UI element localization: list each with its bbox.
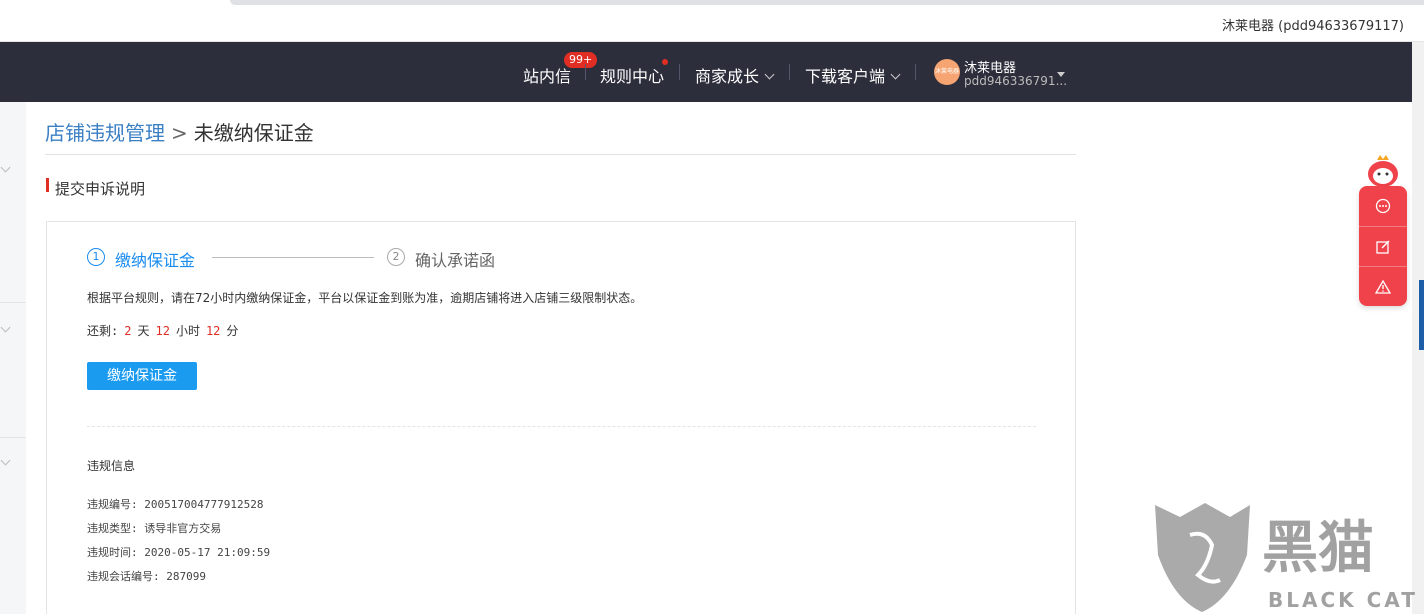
floating-service-widget bbox=[1359, 186, 1407, 306]
divider bbox=[45, 154, 1076, 155]
caret-down-icon[interactable] bbox=[1057, 72, 1065, 77]
watermark-cn: 黑猫 bbox=[1262, 516, 1374, 581]
pay-deposit-button[interactable]: 缴纳保证金 bbox=[87, 362, 197, 390]
breadcrumb-separator: > bbox=[171, 121, 188, 145]
sidebar-divider bbox=[0, 302, 26, 303]
step-1-number: 1 bbox=[87, 248, 105, 266]
edit-icon bbox=[1376, 239, 1390, 254]
nav-separator bbox=[915, 64, 916, 80]
left-sidebar bbox=[0, 102, 26, 614]
messages-badge: 99+ bbox=[564, 52, 598, 68]
section-title: 提交申诉说明 bbox=[46, 178, 145, 199]
countdown-minutes: 12 bbox=[205, 324, 221, 338]
sidebar-divider bbox=[0, 437, 26, 438]
account-label: 沐莱电器 (pdd94633679117) bbox=[1221, 19, 1404, 34]
chevron-down-icon bbox=[764, 69, 775, 80]
countdown-minutes-unit: 分 bbox=[226, 324, 239, 338]
countdown-hours-unit: 小时 bbox=[175, 324, 200, 338]
rule-description: 根据平台规则，请在72小时内缴纳保证金，平台以保证金到账为准，逾期店铺将进入店铺… bbox=[87, 291, 643, 305]
step-1-label: 缴纳保证金 bbox=[115, 251, 196, 270]
violation-time: 违规时间: 2020-05-17 21:09:59 bbox=[87, 546, 271, 559]
step-connector bbox=[212, 257, 374, 258]
chat-button[interactable] bbox=[1359, 186, 1407, 226]
rules-red-dot bbox=[662, 59, 668, 65]
avatar[interactable]: 沐莱电器 bbox=[934, 59, 960, 85]
feedback-button[interactable] bbox=[1359, 226, 1407, 266]
chevron-down-icon[interactable] bbox=[0, 455, 11, 466]
violation-session-id: 违规会话编号: 287099 bbox=[87, 570, 206, 583]
nav-merchant-growth-label: 商家成长 bbox=[695, 67, 760, 86]
watermark-en: BLACK CAT bbox=[1268, 588, 1418, 612]
nav-separator bbox=[679, 64, 680, 80]
browser-tab-strip bbox=[230, 0, 1424, 5]
nav-merchant-growth[interactable]: 商家成长 bbox=[695, 63, 775, 87]
breadcrumb: 店铺违规管理 > 未缴纳保证金 bbox=[45, 117, 314, 146]
step-2-number: 2 bbox=[387, 248, 405, 266]
nav-separator bbox=[585, 64, 586, 80]
countdown-hours: 12 bbox=[155, 324, 170, 338]
countdown-days: 2 bbox=[124, 324, 132, 338]
countdown-prefix: 还剩: bbox=[87, 324, 119, 338]
chevron-down-icon bbox=[890, 69, 901, 80]
report-button[interactable] bbox=[1359, 266, 1407, 306]
scroll-thumb[interactable] bbox=[1419, 280, 1424, 350]
countdown: 还剩: 2 天 12 小时 12 分 bbox=[87, 322, 238, 339]
nav-separator bbox=[789, 64, 790, 80]
dashed-divider bbox=[87, 426, 1036, 427]
mascot-icon bbox=[1368, 155, 1398, 187]
breadcrumb-parent[interactable]: 店铺违规管理 bbox=[45, 121, 165, 145]
nav-rules-center[interactable]: 规则中心 bbox=[600, 63, 664, 87]
violation-type: 违规类型: 诱导非官方交易 bbox=[87, 522, 222, 535]
chevron-down-icon[interactable] bbox=[0, 162, 11, 173]
warning-icon bbox=[1375, 279, 1391, 294]
countdown-days-unit: 天 bbox=[137, 324, 150, 338]
chevron-down-icon[interactable] bbox=[0, 322, 11, 333]
violation-id: 违规编号: 200517004777912528 bbox=[87, 498, 264, 511]
chat-icon bbox=[1375, 198, 1391, 214]
violation-info-title: 违规信息 bbox=[87, 459, 136, 473]
browser-top-bar: 沐莱电器 (pdd94633679117) bbox=[0, 0, 1424, 42]
black-cat-watermark: 黑猫 BLACK CAT bbox=[1155, 503, 1418, 612]
user-id[interactable]: pdd946336791... bbox=[964, 74, 1067, 88]
step-2-label: 确认承诺函 bbox=[415, 251, 496, 270]
nav-messages[interactable]: 站内信 bbox=[523, 63, 571, 87]
page-title: 未缴纳保证金 bbox=[193, 121, 314, 145]
nav-download-label: 下载客户端 bbox=[805, 67, 886, 86]
nav-download-client[interactable]: 下载客户端 bbox=[805, 63, 901, 87]
